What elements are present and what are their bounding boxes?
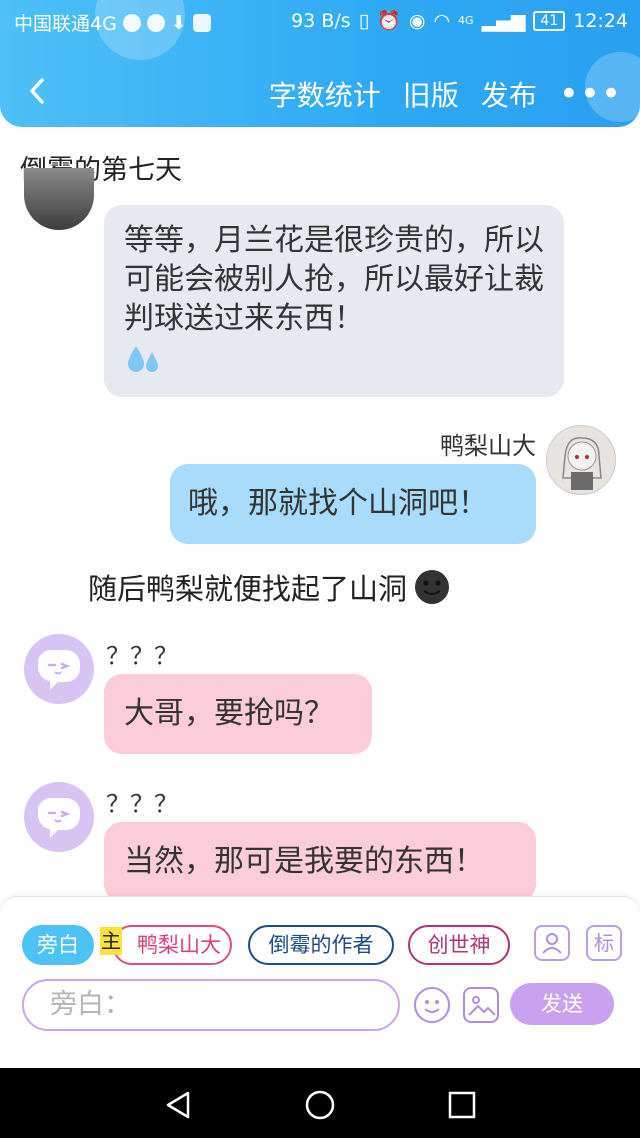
role-chip-author[interactable]: 倒霉的作者 bbox=[248, 925, 394, 965]
eye-icon: ◉ bbox=[408, 9, 426, 32]
message-bubble[interactable]: 大哥，要抢吗？ bbox=[104, 674, 372, 754]
system-nav-bar bbox=[0, 1068, 640, 1138]
network-type: 4G bbox=[458, 14, 474, 27]
publish-button[interactable]: 发布 bbox=[481, 74, 537, 114]
avatar[interactable] bbox=[24, 782, 94, 852]
back-triangle-icon[interactable] bbox=[164, 1090, 192, 1120]
avatar[interactable] bbox=[24, 634, 94, 704]
wechat-icon bbox=[122, 13, 141, 32]
vibrate-icon: ▯ bbox=[358, 9, 370, 32]
app-header: 中国联通4G ⬇ 93 B/s ▯ ⏰ ◉ ◠ 4G ▂▄▆ 41 12:24 … bbox=[0, 0, 640, 127]
anime-girl-avatar-icon bbox=[562, 437, 602, 490]
message-text: 哦，那就找个山洞吧！ bbox=[188, 486, 488, 521]
dark-smiley-icon bbox=[415, 570, 450, 604]
image-icon[interactable] bbox=[463, 987, 499, 1023]
clock: 12:24 bbox=[573, 9, 628, 32]
person-icon[interactable] bbox=[534, 925, 570, 961]
speaker-name: ？？？ bbox=[106, 642, 178, 670]
narration-line: 随后鸭梨就便找起了山洞 bbox=[88, 566, 451, 608]
avatar[interactable] bbox=[546, 425, 616, 495]
recents-square-icon[interactable] bbox=[448, 1091, 476, 1119]
battery-icon: 41 bbox=[533, 10, 566, 31]
role-chip-yali[interactable]: 鸭梨山大 bbox=[112, 925, 232, 965]
alarm-icon: ⏰ bbox=[377, 10, 401, 32]
avatar[interactable] bbox=[24, 168, 94, 230]
status-bar: 中国联通4G ⬇ 93 B/s ▯ ⏰ ◉ ◠ 4G ▂▄▆ 41 12:24 bbox=[0, 0, 640, 44]
chat-bubble-face-icon bbox=[38, 649, 80, 690]
message-icon bbox=[192, 13, 211, 32]
message-input[interactable]: 旁白： bbox=[22, 979, 400, 1031]
sweat-drops-icon bbox=[124, 342, 544, 388]
more-icon[interactable]: ••• bbox=[559, 77, 622, 111]
speaker-name: ？？？ bbox=[106, 790, 178, 818]
back-arrow-icon[interactable] bbox=[24, 76, 54, 106]
message-text: 大哥，要抢吗？ bbox=[124, 696, 334, 731]
send-button[interactable]: 发送 bbox=[510, 983, 614, 1025]
role-aside-chip[interactable]: 旁白 bbox=[22, 925, 94, 965]
composer-panel: 旁白 鸭梨山大 主 倒霉的作者 创世神 标 旁白： 发送 bbox=[0, 896, 640, 1068]
wifi-icon: ◠ bbox=[433, 9, 451, 32]
role-chip-label: 鸭梨山大 bbox=[137, 933, 221, 957]
tag-icon[interactable]: 标 bbox=[586, 925, 622, 961]
nav-bar: 字数统计 旧版 发布 ••• bbox=[0, 60, 640, 124]
message-bubble[interactable]: 哦，那就找个山洞吧！ bbox=[170, 464, 536, 544]
old-version-button[interactable]: 旧版 bbox=[403, 74, 459, 114]
download-icon: ⬇ bbox=[170, 11, 187, 34]
message-text: 当然，那可是我要的东西！ bbox=[124, 844, 484, 879]
main-role-tag: 主 bbox=[100, 927, 122, 955]
carrier-label: 中国联通4G bbox=[14, 13, 117, 35]
message-bubble[interactable]: 当然，那可是我要的东西！ bbox=[104, 822, 536, 902]
emoji-icon[interactable] bbox=[414, 987, 450, 1023]
app-notification-icon bbox=[146, 13, 165, 32]
message-bubble[interactable]: 等等，月兰花是很珍贵的，所以可能会被别人抢，所以最好让裁判球送过来东西！ bbox=[104, 205, 564, 397]
message-text: 等等，月兰花是很珍贵的，所以可能会被别人抢，所以最好让裁判球送过来东西！ bbox=[124, 223, 544, 336]
signal-icon: ▂▄▆ bbox=[481, 9, 526, 32]
role-chip-creator[interactable]: 创世神 bbox=[408, 925, 510, 965]
chat-bubble-face-icon bbox=[38, 797, 80, 838]
network-speed: 93 B/s bbox=[291, 9, 351, 32]
home-circle-icon[interactable] bbox=[304, 1089, 336, 1121]
word-count-button[interactable]: 字数统计 bbox=[269, 74, 381, 114]
speaker-name: 鸭梨山大 bbox=[440, 432, 536, 460]
narration-text: 随后鸭梨就便找起了山洞 bbox=[88, 572, 408, 606]
